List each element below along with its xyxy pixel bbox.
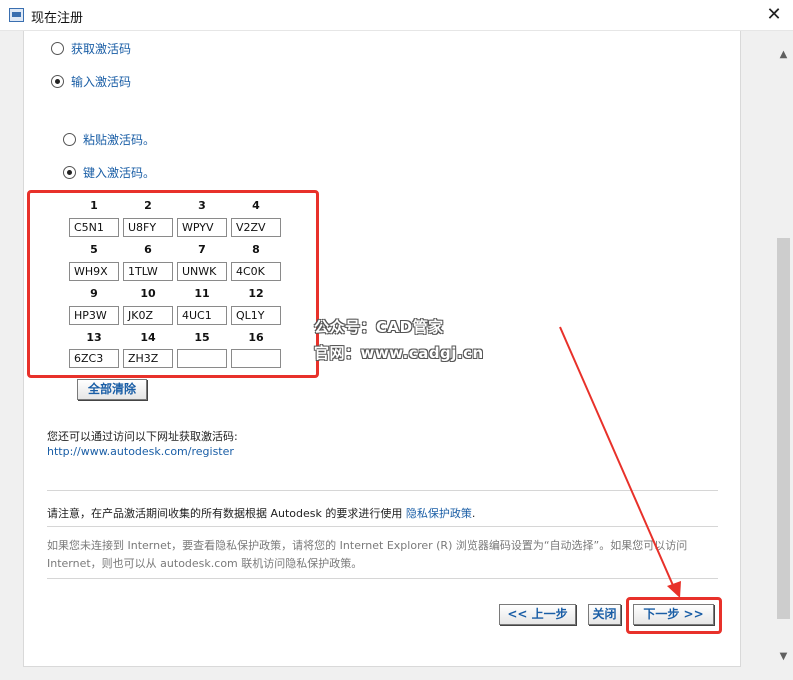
watermark-line-1: 公众号：CAD管家 — [314, 318, 444, 336]
radio-get-code[interactable]: 获取激活码 — [51, 40, 131, 57]
grid-number-16: 16 — [248, 331, 264, 344]
radio-label: 获取激活码 — [71, 42, 132, 56]
grid-number-1: 1 — [90, 199, 98, 212]
code-input-14[interactable]: ZH3Z — [123, 349, 173, 368]
radio-paste-code[interactable]: 粘贴激活码。 — [63, 131, 155, 148]
clear-all-button[interactable]: 全部清除 — [77, 379, 147, 400]
app-icon — [9, 8, 24, 22]
gray-notice-line-2: Internet，则也可以从 autodesk.com 联机访问隐私保护政策。 — [47, 557, 363, 570]
close-button[interactable]: 关闭 — [588, 604, 621, 625]
close-icon[interactable]: ✕ — [761, 2, 787, 28]
notice-suffix: . — [471, 507, 476, 520]
radio-label: 粘贴激活码。 — [83, 133, 156, 147]
code-input-13[interactable]: 6ZC3 — [69, 349, 119, 368]
radio-button[interactable] — [63, 133, 76, 146]
radio-enter-code[interactable]: 输入激活码 — [51, 73, 131, 90]
visit-text: 您还可以通过访问以下网址获取激活码: — [47, 430, 238, 443]
vertical-scrollbar[interactable]: ▲ ▼ — [774, 31, 793, 667]
code-input-5[interactable]: WH9X — [69, 262, 119, 281]
notice-prefix: 请注意，在产品激活期间收集的所有数据根据 Autodesk 的要求进行使用 — [47, 507, 403, 520]
code-input-10[interactable]: JK0Z — [123, 306, 173, 325]
radio-button[interactable] — [51, 75, 64, 88]
privacy-link[interactable]: 隐私保护政策 — [406, 507, 472, 520]
grid-number-2: 2 — [144, 199, 152, 212]
code-input-1[interactable]: C5N1 — [69, 218, 119, 237]
grid-number-10: 10 — [140, 287, 156, 300]
code-input-11[interactable]: 4UC1 — [177, 306, 227, 325]
code-input-15[interactable] — [177, 349, 227, 368]
divider-mid — [47, 526, 718, 527]
privacy-notice: 请注意，在产品激活期间收集的所有数据根据 Autodesk 的要求进行使用 隐私… — [47, 505, 475, 521]
radio-label: 键入激活码。 — [83, 166, 156, 180]
grid-number-5: 5 — [90, 243, 98, 256]
radio-button[interactable] — [63, 166, 76, 179]
register-link[interactable]: http://www.autodesk.com/register — [47, 445, 234, 458]
gray-notice-line-1: 如果您未连接到 Internet，要查看隐私保护政策，请将您的 Internet… — [47, 539, 688, 552]
code-input-16[interactable] — [231, 349, 281, 368]
grid-number-15: 15 — [194, 331, 210, 344]
next-button-highlight — [626, 597, 722, 634]
scroll-up-icon[interactable]: ▲ — [774, 46, 793, 63]
radio-label: 输入激活码 — [71, 75, 132, 89]
code-input-4[interactable]: V2ZV — [231, 218, 281, 237]
code-input-7[interactable]: UNWK — [177, 262, 227, 281]
title-bar: 现在注册 ✕ — [0, 0, 793, 31]
code-input-8[interactable]: 4C0K — [231, 262, 281, 281]
prev-button[interactable]: << 上一步 — [499, 604, 576, 625]
code-input-3[interactable]: WPYV — [177, 218, 227, 237]
watermark-line-2: 官网：www.cadgj.cn — [314, 344, 484, 362]
grid-number-11: 11 — [194, 287, 210, 300]
grid-number-8: 8 — [252, 243, 260, 256]
radio-button[interactable] — [51, 42, 64, 55]
grid-number-14: 14 — [140, 331, 156, 344]
divider-bottom — [47, 578, 718, 579]
grid-number-9: 9 — [90, 287, 98, 300]
code-input-12[interactable]: QL1Y — [231, 306, 281, 325]
grid-number-7: 7 — [198, 243, 206, 256]
grid-number-3: 3 — [198, 199, 206, 212]
grid-number-6: 6 — [144, 243, 152, 256]
code-input-9[interactable]: HP3W — [69, 306, 119, 325]
grid-number-12: 12 — [248, 287, 264, 300]
grid-number-13: 13 — [86, 331, 102, 344]
grid-number-4: 4 — [252, 199, 260, 212]
scroll-thumb[interactable] — [777, 238, 790, 619]
scroll-down-icon[interactable]: ▼ — [774, 648, 793, 665]
code-input-6[interactable]: 1TLW — [123, 262, 173, 281]
code-input-2[interactable]: U8FY — [123, 218, 173, 237]
divider-top — [47, 490, 718, 491]
window-title: 现在注册 — [31, 11, 84, 26]
radio-type-code[interactable]: 键入激活码。 — [63, 164, 155, 181]
